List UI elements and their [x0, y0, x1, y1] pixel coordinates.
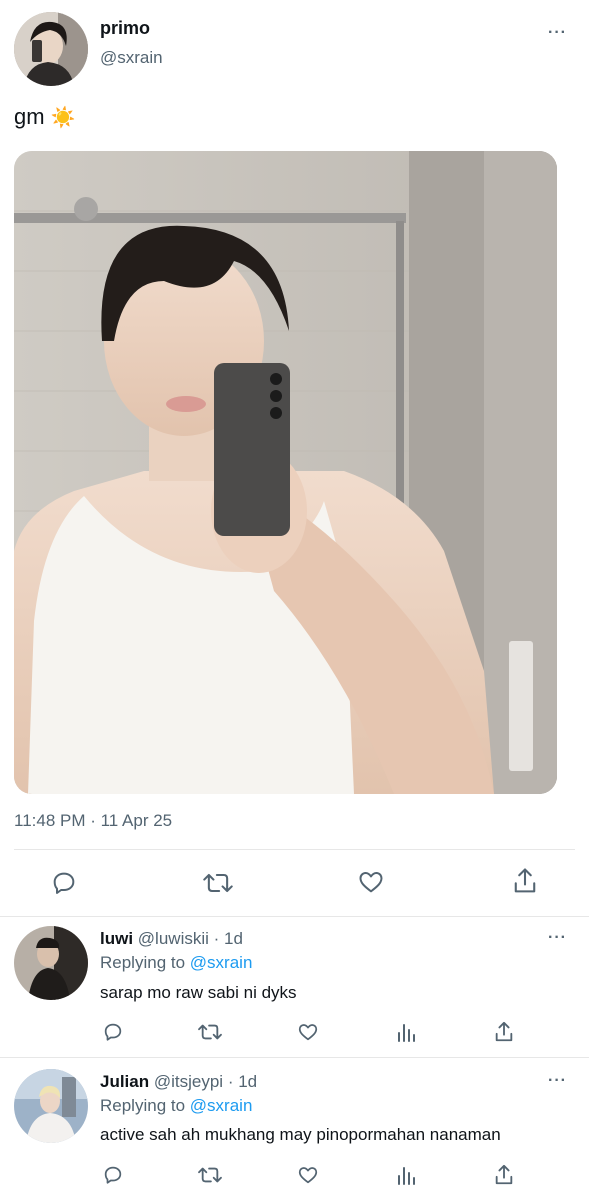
share-button[interactable] — [493, 1163, 515, 1187]
reply-avatar[interactable] — [14, 1069, 88, 1143]
retweet-button[interactable] — [197, 1164, 223, 1186]
reply-author-name[interactable]: luwi — [100, 929, 133, 948]
divider — [0, 916, 589, 917]
replying-to-handle[interactable]: @sxrain — [190, 953, 253, 972]
reply-button[interactable] — [102, 1164, 124, 1186]
reply-age: · 1d — [213, 929, 243, 948]
more-options-icon[interactable]: ··· — [548, 1072, 567, 1090]
heart-icon — [359, 872, 383, 893]
reply-button[interactable] — [102, 1021, 124, 1043]
reply-icon — [104, 1166, 122, 1184]
avatar-photo-icon — [14, 12, 88, 86]
reply-avatar[interactable] — [14, 926, 88, 1000]
reply-author-handle[interactable]: @luwiskii — [138, 929, 209, 948]
reply-text: sarap mo raw sabi ni dyks — [100, 983, 297, 1002]
tweet-image[interactable] — [14, 151, 557, 794]
share-icon — [514, 868, 536, 893]
like-button[interactable] — [297, 1164, 319, 1186]
avatar-photo-icon — [14, 1069, 88, 1143]
analytics-button[interactable] — [396, 1021, 416, 1043]
share-icon — [495, 1021, 513, 1042]
tweet-text-body: gm — [14, 104, 45, 129]
retweet-button[interactable] — [197, 1021, 223, 1043]
replying-to-label: Replying to — [100, 1096, 186, 1115]
reply-icon — [104, 1023, 122, 1041]
analytics-icon — [398, 1167, 415, 1185]
replying-to: Replying to @sxrain — [100, 1096, 252, 1116]
retweet-icon — [198, 1167, 222, 1183]
retweet-icon — [203, 873, 233, 893]
share-button[interactable] — [493, 1020, 515, 1044]
analytics-button[interactable] — [396, 1164, 416, 1186]
heart-icon — [298, 1167, 318, 1184]
reply-header: Julian @itsjeypi · 1d — [100, 1072, 257, 1092]
reply-button[interactable] — [50, 869, 78, 897]
selfie-photo-icon — [14, 151, 557, 794]
reply-header: luwi @luwiskii · 1d — [100, 929, 243, 949]
more-options-icon[interactable]: ··· — [548, 24, 567, 42]
like-button[interactable] — [357, 868, 385, 896]
replying-to-handle[interactable]: @sxrain — [190, 1096, 253, 1115]
reply-icon — [53, 872, 75, 894]
tweet-text: gm ☀️ — [14, 104, 76, 130]
tweet-timestamp[interactable]: 11:48 PM · 11 Apr 25 — [14, 811, 172, 831]
replying-to: Replying to @sxrain — [100, 953, 252, 973]
more-options-icon[interactable]: ··· — [548, 929, 567, 947]
retweet-button[interactable] — [202, 869, 234, 897]
analytics-icon — [398, 1024, 415, 1042]
author-avatar[interactable] — [14, 12, 88, 86]
replying-to-label: Replying to — [100, 953, 186, 972]
retweet-icon — [198, 1024, 222, 1040]
reply-age: · 1d — [227, 1072, 258, 1091]
author-handle[interactable]: @sxrain — [100, 48, 163, 68]
divider — [0, 1057, 589, 1058]
divider — [14, 849, 575, 850]
sun-icon: ☀️ — [50, 107, 76, 129]
reply-author-handle[interactable]: @itsjeypi — [154, 1072, 223, 1091]
heart-icon — [298, 1024, 318, 1041]
author-name[interactable]: primo — [100, 18, 150, 39]
reply-author-name[interactable]: Julian — [100, 1072, 149, 1091]
share-button[interactable] — [511, 866, 539, 896]
share-icon — [495, 1164, 513, 1185]
reply-text: active sah ah mukhang may pinopormahan n… — [100, 1125, 501, 1144]
like-button[interactable] — [297, 1021, 319, 1043]
avatar-photo-icon — [14, 926, 88, 1000]
